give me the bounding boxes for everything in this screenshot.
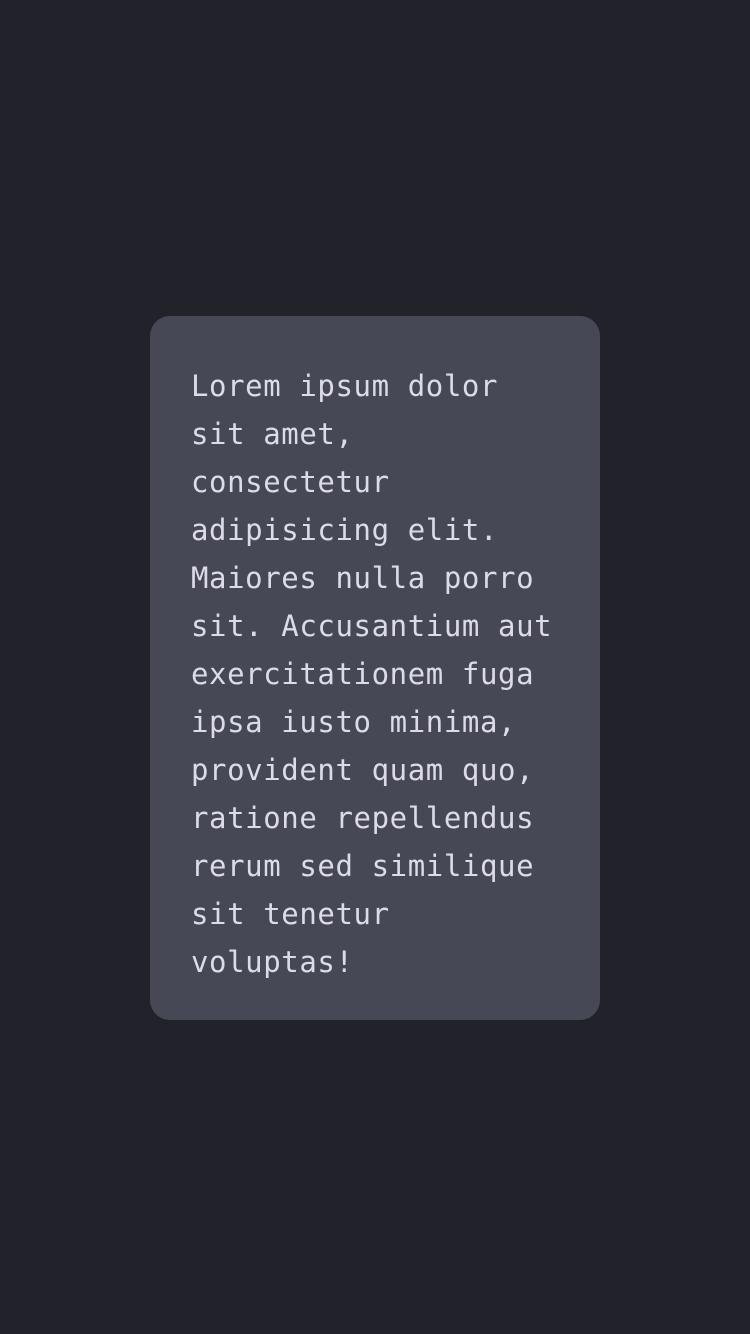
paragraph-line: voluptas! bbox=[191, 945, 354, 979]
paragraph-line: adipisicing elit. bbox=[191, 513, 499, 547]
text-card: Lorem ipsum dolor sit amet, consectetur … bbox=[150, 316, 600, 1020]
paragraph-line: ipsa iusto minima, bbox=[191, 705, 517, 739]
paragraph-line: Maiores nulla porro bbox=[191, 561, 535, 595]
paragraph-line: sit tenetur bbox=[191, 897, 390, 931]
paragraph-line: Lorem ipsum dolor bbox=[191, 369, 499, 403]
paragraph-line: ratione repellendus bbox=[191, 801, 535, 835]
paragraph-line: consectetur bbox=[191, 465, 390, 499]
paragraph-line: sit amet, bbox=[191, 417, 354, 451]
card-paragraph: Lorem ipsum dolor sit amet, consectetur … bbox=[191, 362, 580, 986]
paragraph-line: sit. Accusantium aut bbox=[191, 609, 553, 643]
paragraph-line: provident quam quo, bbox=[191, 753, 535, 787]
paragraph-line: rerum sed similique bbox=[191, 849, 535, 883]
paragraph-line: exercitationem fuga bbox=[191, 657, 535, 691]
